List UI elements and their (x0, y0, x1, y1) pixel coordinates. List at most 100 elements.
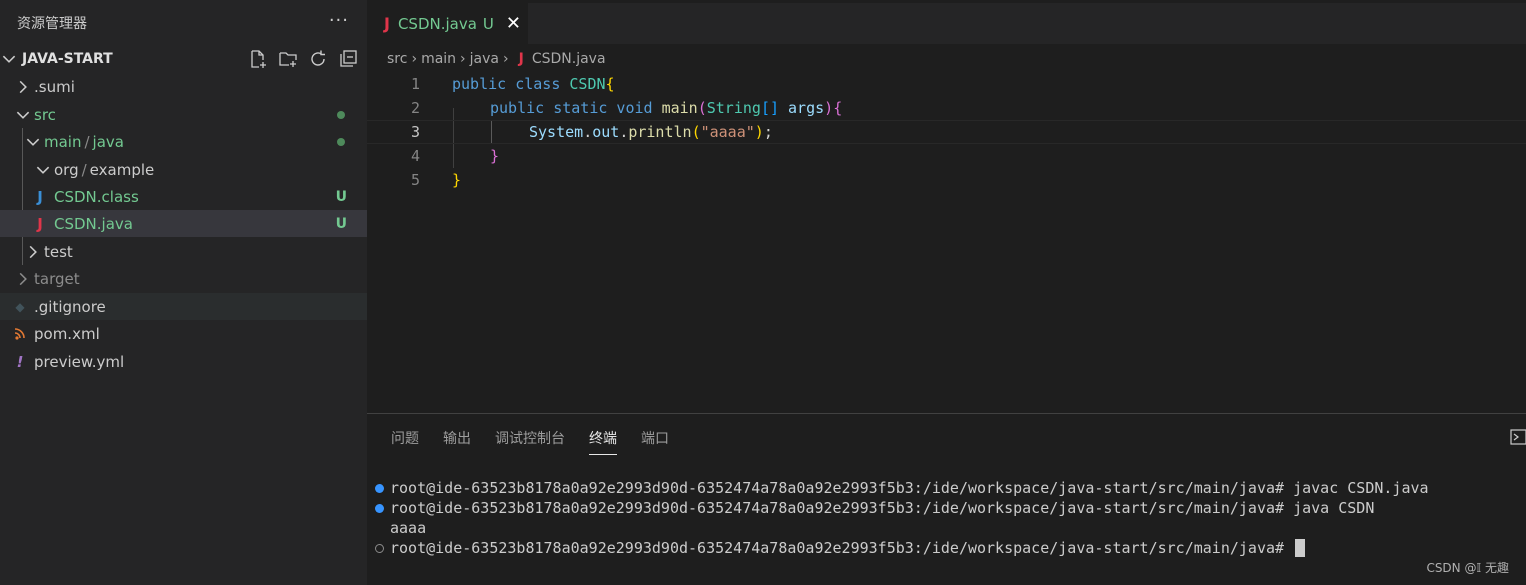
project-header[interactable]: JAVA-START (0, 46, 367, 72)
chevron-down-icon (26, 138, 40, 146)
chevron-down-icon (16, 111, 30, 119)
tree-item-test[interactable]: test (0, 238, 367, 265)
breadcrumb-src[interactable]: src (387, 51, 407, 67)
terminal-line: root@ide-63523b8178a0a92e2993d90d-635247… (375, 498, 1429, 518)
code-line-2: 2 public static void main(String[] args)… (367, 96, 1526, 120)
line-number: 4 (410, 147, 420, 165)
terminal-text: root@ide-63523b8178a0a92e2993d90d-635247… (390, 539, 1294, 557)
code-line-4: 4 } (367, 144, 1526, 168)
class-name: CSDN (569, 75, 606, 93)
terminal-cursor (1295, 539, 1306, 557)
chevron-down-icon (36, 166, 50, 174)
tree-item-label: target (34, 269, 80, 288)
bottom-panel: 问题 输出 调试控制台 终端 端口 root@ide-63523b8178a0a… (367, 413, 1526, 585)
command-success-icon (375, 503, 384, 513)
code-line-5: 5 } (367, 168, 1526, 192)
tree-item-label: src (34, 105, 56, 124)
tree-item-pom-xml[interactable]: pom.xml (0, 320, 367, 347)
tab-terminal[interactable]: 终端 (589, 428, 617, 455)
tab-label: CSDN.java (397, 14, 477, 33)
breadcrumb-java[interactable]: java (470, 51, 499, 67)
editor-area: J CSDN.java U ✕ src › main › java › J CS… (367, 0, 1526, 413)
breadcrumb-file[interactable]: CSDN.java (532, 51, 606, 67)
tree-item-src[interactable]: src (0, 101, 367, 128)
refresh-icon[interactable] (307, 48, 329, 70)
untracked-badge: U (335, 215, 347, 232)
more-actions-icon[interactable]: ··· (329, 10, 349, 31)
terminal-text: aaaa (390, 519, 427, 537)
modified-dot-icon (337, 137, 345, 146)
tree-item-label-2: example (89, 160, 155, 179)
tree-item-main-java[interactable]: main / java (0, 128, 367, 155)
tab-debug-console[interactable]: 调试控制台 (495, 428, 565, 455)
terminal-text: root@ide-63523b8178a0a92e2993d90d-635247… (390, 479, 1429, 497)
tree-item-gitignore[interactable]: ◆ .gitignore (0, 293, 367, 320)
tree-item-sumi[interactable]: .sumi (0, 73, 367, 100)
collapse-all-icon[interactable] (337, 48, 359, 70)
tree-item-preview-yml[interactable]: ! preview.yml (0, 348, 367, 375)
tree-item-label: .gitignore (34, 297, 106, 316)
yaml-file-icon: ! (16, 352, 24, 371)
git-file-icon: ◆ (15, 299, 25, 314)
tab-problems[interactable]: 问题 (391, 428, 419, 455)
code-line-3: 3 System.out.println("aaaa"); (367, 120, 1526, 144)
bracket: [] (760, 99, 779, 117)
command-pending-icon (375, 543, 384, 553)
tree-item-label: pom.xml (34, 324, 100, 343)
tab-output[interactable]: 输出 (443, 428, 471, 455)
breadcrumb: src › main › java › J CSDN.java (387, 48, 606, 70)
chevron-right-icon (19, 80, 27, 93)
watermark: CSDN @𝕀 无趣 (1426, 561, 1509, 575)
untracked-badge: U (335, 188, 347, 205)
dot: . (619, 123, 629, 141)
chevron-right-icon (29, 245, 37, 258)
path-separator: / (81, 160, 87, 179)
new-folder-icon[interactable] (277, 48, 299, 70)
tab-ports[interactable]: 端口 (641, 428, 669, 455)
tab-status: U (482, 14, 494, 33)
paren: ( (697, 99, 707, 117)
terminal-line: root@ide-63523b8178a0a92e2993d90d-635247… (375, 478, 1429, 498)
command-success-icon (375, 483, 384, 493)
param-name: args (779, 99, 825, 117)
tree-item-csdn-java[interactable]: J CSDN.java U (0, 210, 367, 237)
modified-dot-icon (337, 110, 345, 119)
java-file-icon: J (518, 51, 524, 67)
explorer-title: 资源管理器 (17, 16, 87, 32)
terminal-output[interactable]: root@ide-63523b8178a0a92e2993d90d-635247… (375, 478, 1429, 558)
paren: ( (691, 123, 701, 141)
identifier: out (592, 123, 620, 141)
chevron-right-icon: › (411, 51, 418, 67)
editor-tab-bar: J CSDN.java U ✕ (367, 3, 1526, 44)
chevron-right-icon: › (460, 51, 466, 67)
semicolon: ; (763, 123, 773, 141)
java-class-file-icon: J (37, 187, 43, 206)
tree-item-org-example[interactable]: org / example (0, 156, 367, 183)
method-name: main (661, 99, 698, 117)
chevron-right-icon: › (503, 51, 509, 67)
new-file-icon[interactable] (247, 48, 269, 70)
keyword: public class (452, 75, 570, 93)
tree-item-label: .sumi (34, 77, 75, 96)
tree-item-label: CSDN.class (54, 187, 139, 206)
new-terminal-icon[interactable] (1510, 428, 1526, 446)
tree-item-label: main (44, 132, 82, 151)
rss-xml-file-icon (14, 327, 25, 340)
breadcrumb-main[interactable]: main (421, 51, 456, 67)
tab-csdn-java[interactable]: J CSDN.java U ✕ (367, 3, 528, 44)
brace: { (605, 75, 615, 93)
close-icon[interactable]: ✕ (506, 13, 521, 34)
line-number: 1 (410, 75, 420, 93)
tree-item-target[interactable]: target (0, 265, 367, 292)
string-literal: "aaaa" (700, 123, 755, 141)
path-separator: / (84, 132, 90, 151)
tree-item-label-2: java (92, 132, 124, 151)
brace: } (452, 171, 462, 189)
brace: { (833, 99, 843, 117)
tree-item-csdn-class[interactable]: J CSDN.class U (0, 183, 367, 210)
java-file-icon: J (384, 14, 390, 33)
tree-item-label: CSDN.java (54, 214, 133, 233)
dot: . (583, 123, 593, 141)
terminal-text: root@ide-63523b8178a0a92e2993d90d-635247… (390, 499, 1375, 517)
chevron-down-icon (2, 55, 16, 63)
